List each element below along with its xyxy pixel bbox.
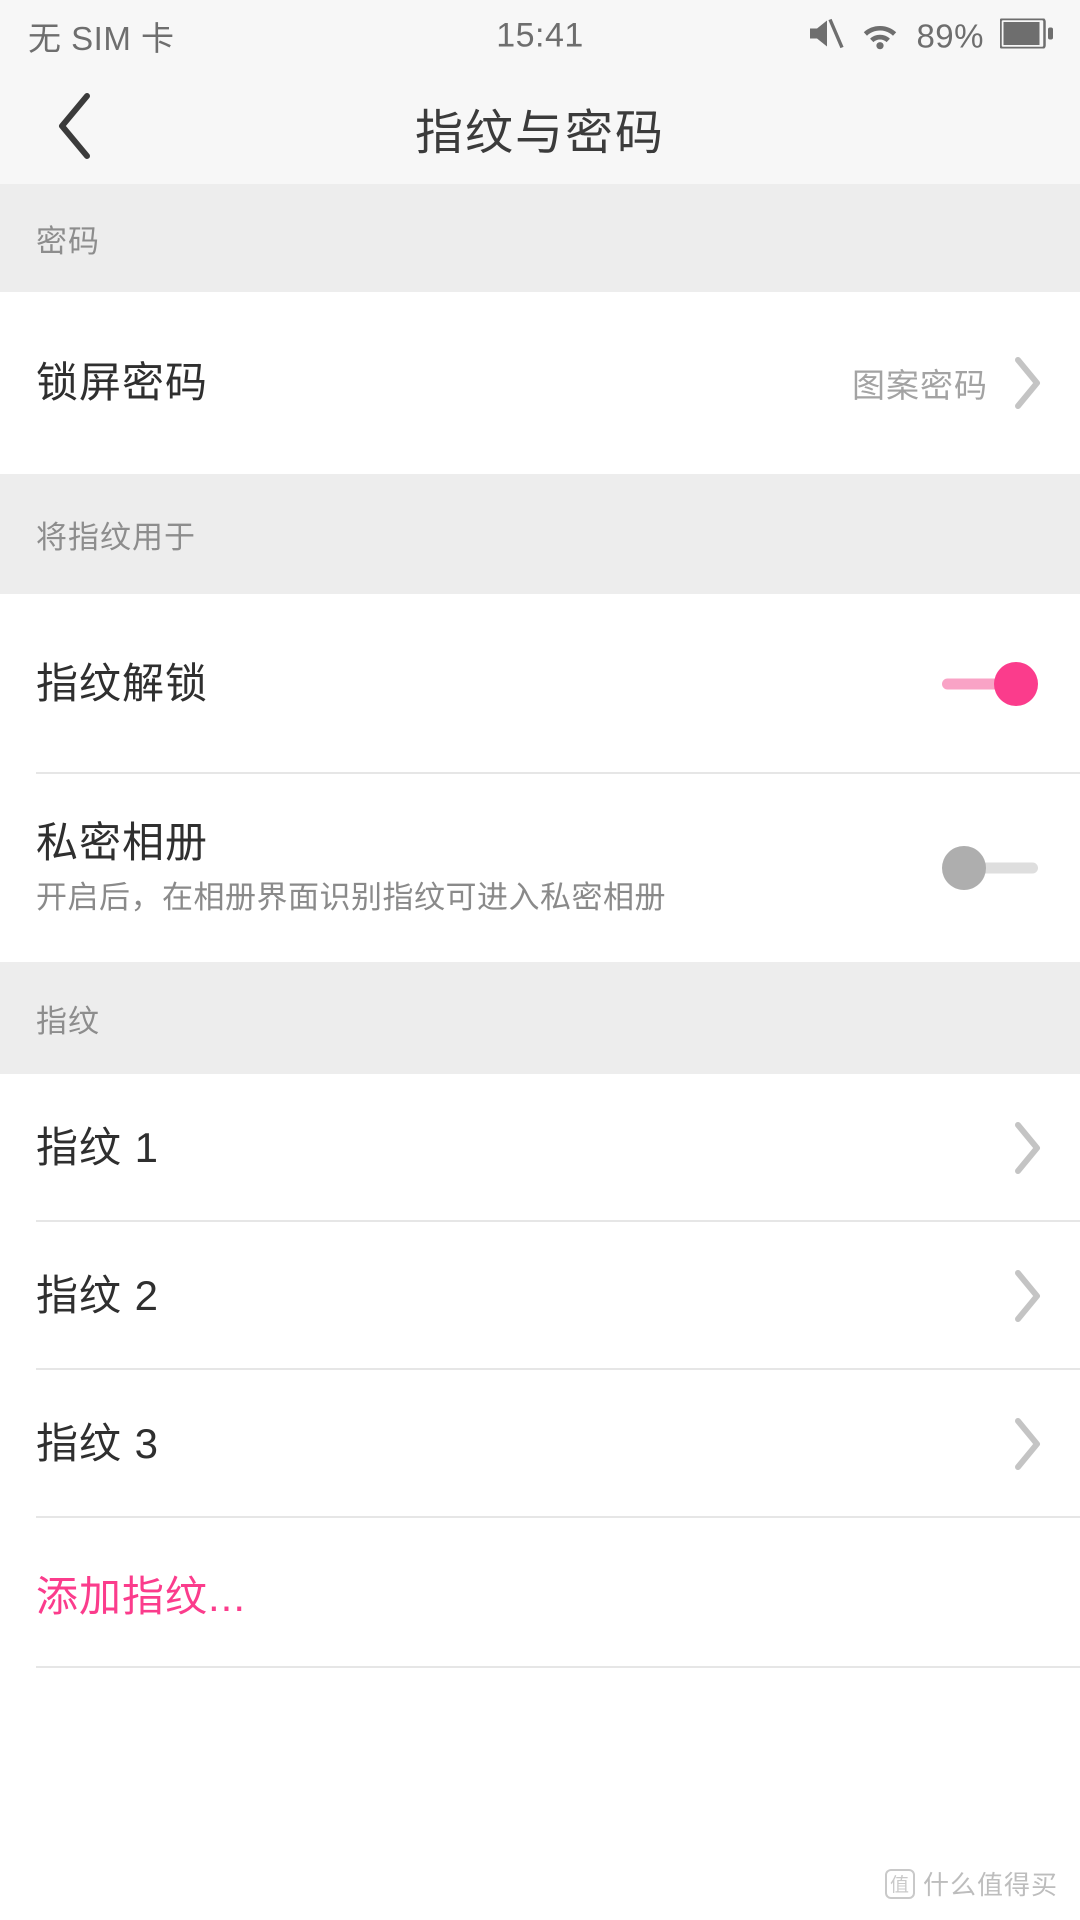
- row-fingerprint-1-main: 指纹 1: [36, 1123, 1010, 1171]
- phone-screen: 无 SIM 卡 15:41 89% 指纹与密码 密码 锁屏密码 图案密码 将指纹…: [0, 0, 1080, 1920]
- row-private-album-label: 私密相册: [36, 819, 209, 867]
- chevron-right-icon: [1010, 355, 1044, 411]
- row-fingerprint-2[interactable]: 指纹 2: [0, 1222, 1080, 1370]
- row-fingerprint-3-main: 指纹 3: [36, 1419, 1010, 1467]
- fingerprint-unlock-toggle[interactable]: [942, 662, 1038, 706]
- chevron-right-icon: [1010, 1268, 1044, 1324]
- row-fingerprint-unlock[interactable]: 指纹解锁: [0, 594, 1080, 774]
- toggle-knob: [994, 662, 1038, 706]
- row-private-album-description: 开启后，在相册界面识别指纹可进入私密相册: [36, 880, 666, 916]
- row-fingerprint-unlock-main: 指纹解锁: [36, 659, 942, 707]
- row-fingerprint-3-label: 指纹 3: [36, 1419, 160, 1467]
- page-title: 指纹与密码: [414, 107, 665, 160]
- row-lock-screen-password-main: 锁屏密码: [36, 358, 852, 406]
- title-bar: 指纹与密码: [0, 72, 1080, 184]
- row-fingerprint-unlock-label: 指纹解锁: [36, 659, 209, 707]
- row-private-album-main: 私密相册 开启后，在相册界面识别指纹可进入私密相册: [36, 819, 942, 916]
- row-lock-screen-password-label: 锁屏密码: [36, 358, 209, 406]
- private-album-toggle[interactable]: [942, 846, 1038, 890]
- section-header-fingerprints: 指纹: [0, 962, 1080, 1074]
- section-header-password: 密码: [0, 184, 1080, 292]
- watermark: 值 什么值得买: [884, 1865, 1058, 1902]
- row-fingerprint-1[interactable]: 指纹 1: [0, 1074, 1080, 1222]
- chevron-right-icon: [1010, 1416, 1044, 1472]
- section-header-fingerprint-usage: 将指纹用于: [0, 474, 1080, 594]
- row-lock-screen-password-value: 图案密码: [852, 367, 988, 404]
- row-fingerprint-1-label: 指纹 1: [36, 1123, 160, 1171]
- mute-icon: [806, 17, 845, 56]
- row-fingerprint-3[interactable]: 指纹 3: [0, 1370, 1080, 1518]
- row-add-fingerprint-main: 添加指纹...: [36, 1563, 1044, 1624]
- section-header-fingerprint-usage-label: 将指纹用于: [36, 519, 196, 555]
- row-add-fingerprint-label: 添加指纹...: [36, 1572, 247, 1620]
- chevron-right-icon: [1010, 1120, 1044, 1176]
- wifi-icon: [860, 18, 900, 55]
- toggle-knob: [942, 846, 986, 890]
- row-add-fingerprint[interactable]: 添加指纹...: [0, 1518, 1080, 1668]
- row-fingerprint-2-label: 指纹 2: [36, 1271, 160, 1319]
- status-bar: 无 SIM 卡 15:41 89%: [0, 0, 1080, 72]
- status-clock: 15:41: [496, 16, 584, 55]
- section-header-password-label: 密码: [36, 223, 100, 259]
- carrier-label: 无 SIM 卡: [28, 20, 175, 57]
- row-private-album[interactable]: 私密相册 开启后，在相册界面识别指纹可进入私密相册: [0, 774, 1080, 962]
- section-header-fingerprints-label: 指纹: [36, 1003, 100, 1039]
- row-lock-screen-password[interactable]: 锁屏密码 图案密码: [0, 292, 1080, 474]
- watermark-text: 什么值得买: [922, 1870, 1058, 1900]
- back-button[interactable]: [0, 72, 150, 184]
- status-indicators: 89%: [806, 17, 1054, 56]
- row-fingerprint-2-main: 指纹 2: [36, 1271, 1010, 1319]
- watermark-badge-icon: 值: [884, 1868, 915, 1899]
- battery-percent-label: 89%: [916, 17, 984, 54]
- row-divider: [36, 1666, 1080, 1668]
- battery-icon: [999, 17, 1054, 54]
- chevron-left-icon: [54, 90, 96, 167]
